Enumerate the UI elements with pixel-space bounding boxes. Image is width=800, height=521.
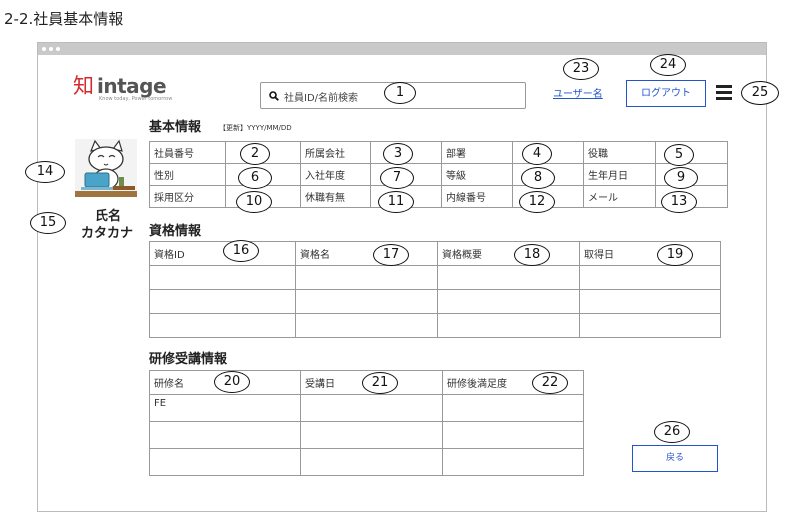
annotation-marker: 18 — [514, 244, 550, 266]
table-row — [149, 313, 721, 338]
search-icon — [269, 91, 279, 101]
table-row: 性別 入社年度 等級 生年月日 — [149, 163, 728, 186]
annotation-marker: 14 — [25, 161, 65, 183]
annotation-marker: 13 — [661, 191, 697, 213]
table-row — [149, 448, 584, 476]
app-window: 知 intage Know today, Power tomorrow 社員ID… — [37, 42, 767, 512]
hamburger-menu-icon[interactable] — [716, 85, 732, 103]
employee-avatar — [73, 137, 139, 199]
basic-info-title: 基本情報 — [149, 120, 202, 135]
label-birthdate: 生年月日 — [583, 163, 656, 186]
back-button[interactable]: 戻る — [632, 445, 718, 472]
table-row: FE — [149, 394, 584, 422]
table-row — [149, 421, 584, 449]
company-logo: 知 intage Know today, Power tomorrow — [73, 74, 172, 102]
table-row — [149, 265, 721, 290]
annotation-marker: 1 — [384, 82, 416, 104]
cell-training-name: FE — [149, 394, 301, 422]
cat-laptop-icon — [75, 139, 137, 197]
window-titlebar — [38, 43, 766, 55]
annotation-marker: 2 — [240, 143, 270, 165]
annotation-marker: 23 — [563, 58, 599, 80]
page-title: 2-2.社員基本情報 — [4, 10, 124, 28]
annotation-marker: 22 — [532, 372, 568, 394]
logo-tagline: Know today, Power tomorrow — [99, 96, 173, 102]
annotation-marker: 10 — [236, 191, 272, 213]
qualifications-title: 資格情報 — [149, 224, 202, 239]
employee-kana: カタカナ — [80, 226, 133, 241]
annotation-marker: 25 — [741, 81, 779, 105]
annotation-marker: 19 — [657, 244, 693, 266]
table-row: 社員番号 所属会社 部署 役職 — [149, 141, 728, 164]
label-extension: 内線番号 — [441, 185, 513, 208]
label-email: メール — [583, 185, 656, 208]
annotation-marker: 17 — [373, 244, 409, 266]
search-placeholder: 社員ID/名前検索 — [284, 93, 359, 104]
label-department: 部署 — [441, 141, 513, 164]
annotation-marker: 16 — [223, 240, 259, 262]
annotation-marker: 20 — [214, 371, 250, 393]
label-company: 所属会社 — [300, 141, 371, 164]
label-gender: 性別 — [149, 163, 226, 186]
label-leave-status: 休職有無 — [300, 185, 371, 208]
annotation-marker: 6 — [238, 167, 272, 189]
label-hire-type: 採用区分 — [149, 185, 226, 208]
training-title: 研修受講情報 — [149, 352, 228, 367]
label-grade: 等級 — [441, 163, 513, 186]
logo-name: intage — [97, 74, 167, 98]
user-name-link[interactable]: ユーザー名 — [553, 85, 603, 100]
annotation-marker: 9 — [664, 167, 698, 189]
header-qualification-summary: 資格概要 — [437, 241, 580, 266]
annotation-marker: 12 — [519, 191, 555, 213]
annotation-marker: 5 — [664, 144, 694, 166]
logout-button[interactable]: ログアウト — [626, 80, 706, 107]
header-qualification-name: 資格名 — [295, 241, 438, 266]
label-employee-number: 社員番号 — [149, 141, 226, 164]
label-position: 役職 — [583, 141, 656, 164]
annotation-marker: 3 — [383, 143, 413, 165]
annotation-marker: 15 — [30, 212, 66, 234]
updated-date: 【更新】YYYY/MM/DD — [219, 124, 292, 132]
table-row — [149, 289, 721, 314]
header-acquired-date: 取得日 — [579, 241, 721, 266]
label-join-year: 入社年度 — [300, 163, 371, 186]
annotation-marker: 26 — [654, 421, 690, 443]
annotation-marker: 21 — [362, 372, 398, 394]
annotation-marker: 7 — [380, 167, 414, 189]
annotation-marker: 4 — [522, 143, 552, 165]
logo-mark: 知 — [73, 74, 94, 98]
annotation-marker: 11 — [378, 191, 414, 213]
annotation-marker: 8 — [521, 167, 555, 189]
annotation-marker: 24 — [650, 54, 686, 76]
